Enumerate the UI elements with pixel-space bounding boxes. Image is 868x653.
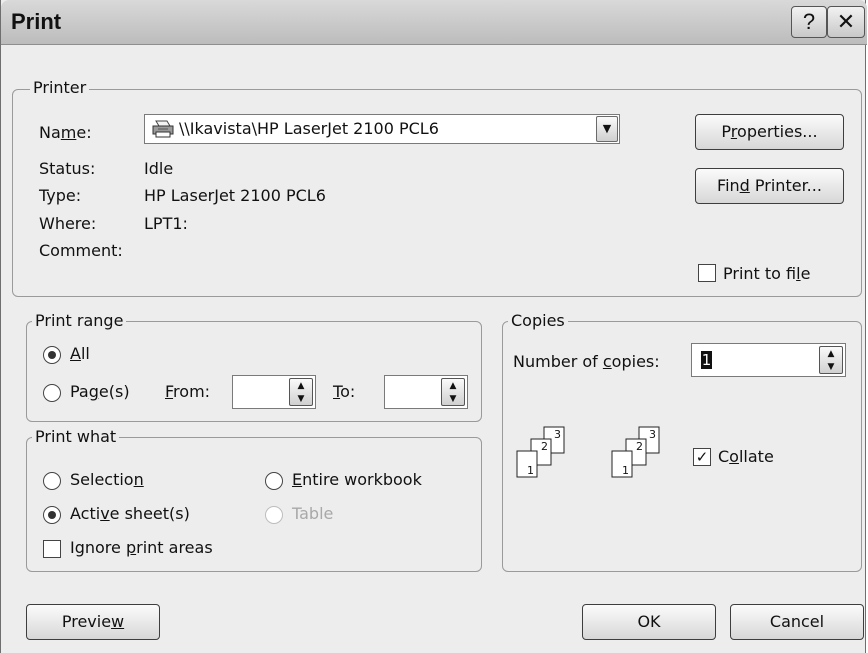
to-input[interactable]: ▲ ▼	[384, 375, 468, 409]
number-of-copies-value: 1	[701, 351, 712, 369]
radio-active-sheets[interactable]	[43, 506, 61, 524]
ok-button[interactable]: OK	[582, 604, 716, 640]
radio-entire-workbook-label: Entire workbook	[292, 470, 422, 489]
type-label: Type:	[39, 186, 82, 205]
preview-button[interactable]: Preview	[26, 604, 160, 640]
collate-pages-icon: 3 2 1 3 2 1	[516, 426, 660, 478]
number-of-copies-label: Number of copies:	[513, 352, 660, 371]
from-spinner[interactable]: ▲ ▼	[289, 378, 313, 406]
collate-label: Collate	[718, 447, 774, 466]
svg-text:3: 3	[649, 428, 656, 441]
svg-text:1: 1	[527, 464, 534, 477]
comment-label: Comment:	[39, 241, 123, 260]
cancel-button[interactable]: Cancel	[730, 604, 864, 640]
print-dialog: Print ? ✕ Printer Name: \\Ikavista\HP La…	[0, 0, 867, 653]
status-value: Idle	[144, 159, 174, 178]
ignore-print-areas-checkbox[interactable]	[43, 540, 61, 558]
title-bar[interactable]: Print ? ✕	[1, 0, 867, 45]
radio-entire-workbook[interactable]	[265, 472, 283, 490]
radio-table-label: Table	[292, 504, 334, 523]
radio-table	[265, 506, 283, 524]
copies-legend: Copies	[508, 311, 568, 330]
copies-spinner[interactable]: ▲ ▼	[819, 346, 843, 374]
svg-text:2: 2	[636, 440, 643, 453]
printer-icon	[152, 120, 174, 138]
radio-pages-label: Page(s)	[70, 382, 130, 401]
printer-legend: Printer	[30, 78, 90, 97]
printer-name-select[interactable]: \\Ikavista\HP LaserJet 2100 PCL6 ▼	[144, 114, 620, 144]
close-button[interactable]: ✕	[827, 6, 865, 38]
properties-button[interactable]: Properties...	[695, 114, 844, 150]
ignore-print-areas-label: Ignore print areas	[70, 538, 213, 557]
radio-active-sheets-label: Active sheet(s)	[70, 504, 190, 523]
help-button[interactable]: ?	[791, 6, 827, 38]
svg-text:2: 2	[541, 440, 548, 453]
print-what-legend: Print what	[32, 427, 120, 446]
collate-checkbox[interactable]: ✓	[693, 448, 711, 466]
from-input[interactable]: ▲ ▼	[232, 375, 316, 409]
printer-name-value: \\Ikavista\HP LaserJet 2100 PCL6	[179, 119, 439, 138]
to-label: To:	[333, 382, 356, 401]
where-label: Where:	[39, 214, 97, 233]
from-label: From:	[165, 382, 211, 401]
radio-selection-label: Selection	[70, 470, 144, 489]
number-of-copies-input[interactable]: 1 ▲ ▼	[691, 343, 846, 377]
type-value: HP LaserJet 2100 PCL6	[144, 186, 326, 205]
status-label: Status:	[39, 159, 96, 178]
svg-text:3: 3	[554, 428, 561, 441]
radio-pages[interactable]	[43, 384, 61, 402]
to-spinner[interactable]: ▲ ▼	[441, 378, 465, 406]
print-range-legend: Print range	[32, 311, 127, 330]
window-title: Print	[11, 9, 62, 34]
radio-all-label: All	[70, 344, 90, 363]
chevron-down-icon[interactable]: ▼	[596, 116, 618, 142]
print-to-file-label: Print to file	[723, 264, 811, 283]
find-printer-button[interactable]: Find Printer...	[695, 168, 844, 204]
radio-all[interactable]	[43, 346, 61, 364]
where-value: LPT1:	[144, 214, 188, 233]
name-label: Name:	[39, 123, 92, 142]
svg-text:1: 1	[622, 464, 629, 477]
radio-selection[interactable]	[43, 472, 61, 490]
print-to-file-checkbox[interactable]	[698, 264, 716, 282]
